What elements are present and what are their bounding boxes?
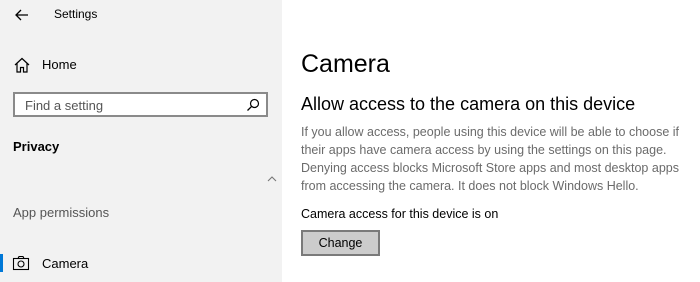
app-title: Settings	[54, 7, 98, 21]
description-text: If you allow access, people using this d…	[301, 125, 679, 193]
page-title: Camera	[301, 50, 390, 78]
sidebar-item-camera[interactable]: Camera	[0, 250, 282, 278]
back-arrow-icon	[15, 9, 28, 21]
sidebar-item-home[interactable]: Home	[0, 52, 282, 78]
change-button[interactable]: Change	[301, 230, 380, 256]
section-heading-privacy: Privacy	[13, 139, 60, 154]
sidebar: Settings Home Find a setting Privacy App…	[0, 0, 282, 282]
selection-indicator	[0, 254, 3, 272]
camera-icon	[12, 255, 30, 271]
home-icon	[14, 57, 30, 73]
status-text: Camera access for this device is on	[301, 207, 499, 221]
search-placeholder: Find a setting	[25, 98, 104, 113]
sidebar-item-label: Camera	[42, 256, 89, 271]
sidebar-item-label: Home	[42, 57, 77, 72]
section-heading: Allow access to the camera on this devic…	[301, 94, 636, 114]
search-input[interactable]: Find a setting	[13, 92, 268, 117]
section-heading-app-permissions: App permissions	[13, 205, 110, 220]
chevron-up-icon[interactable]	[266, 174, 278, 184]
main-content: Camera Allow access to the camera on thi…	[282, 0, 700, 282]
back-button[interactable]	[8, 2, 36, 28]
search-icon[interactable]	[246, 98, 260, 112]
